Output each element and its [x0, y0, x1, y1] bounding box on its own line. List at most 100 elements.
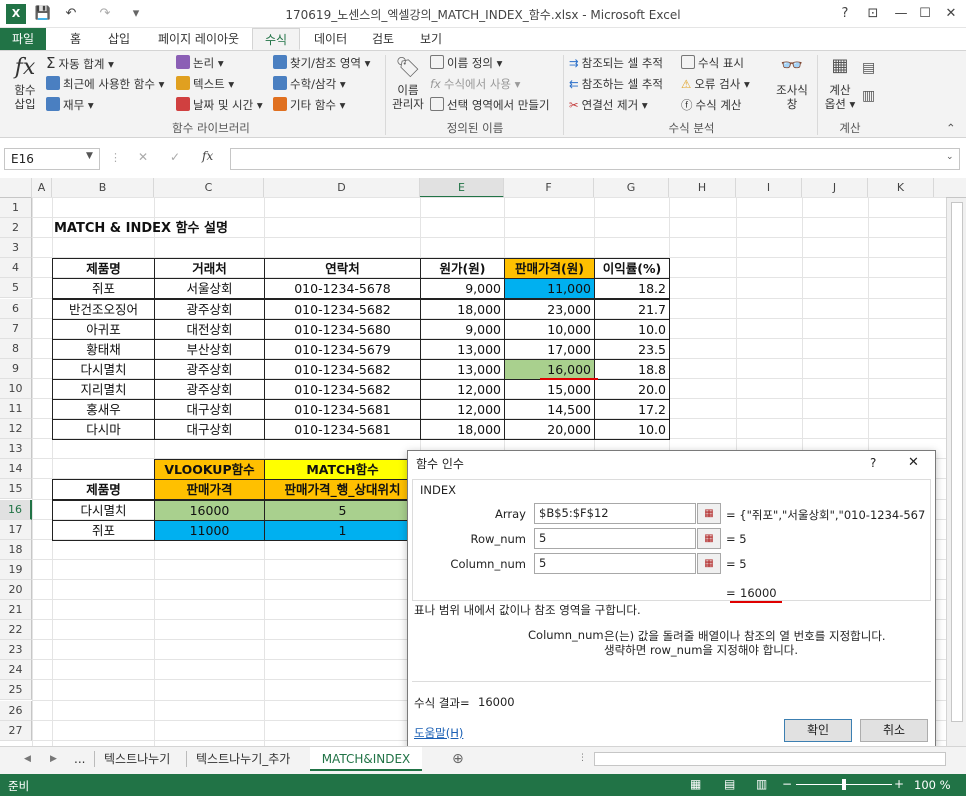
table-cell[interactable]: 쥐포: [52, 278, 155, 300]
table-cell[interactable]: 다시마: [52, 419, 155, 441]
define-name-button[interactable]: 이름 정의 ▾: [430, 54, 502, 72]
tab-data[interactable]: 데이터: [302, 28, 359, 50]
table-cell[interactable]: 대전상회: [154, 318, 265, 340]
table-cell[interactable]: 17.2: [594, 399, 670, 421]
table-cell[interactable]: 부산상회: [154, 338, 265, 360]
row-header[interactable]: 23: [0, 640, 32, 661]
more-functions-button[interactable]: 기타 함수 ▾: [273, 96, 345, 114]
tab-home[interactable]: 홈: [58, 28, 93, 50]
evaluate-formula-button[interactable]: ⓕ 수식 계산: [681, 96, 741, 114]
scroll-tabs-right-icon[interactable]: ▶: [44, 747, 63, 771]
column-header[interactable]: D: [264, 178, 420, 198]
minimize-button[interactable]: —: [888, 4, 914, 24]
row-header[interactable]: 13: [0, 439, 32, 460]
table-header-cell[interactable]: 연락처: [264, 258, 421, 280]
zoom-level[interactable]: 100 %: [914, 778, 951, 792]
table-cell[interactable]: 18.2: [594, 278, 670, 300]
vertical-scrollbar[interactable]: [946, 198, 966, 746]
table-cell[interactable]: 광주상회: [154, 298, 265, 320]
ribbon-display-icon[interactable]: ⊡: [860, 4, 886, 24]
remove-arrows-button[interactable]: ✂ 연결선 제거 ▾: [569, 96, 648, 114]
collapse-dialog-icon[interactable]: ▦: [697, 503, 721, 524]
row-header[interactable]: 18: [0, 539, 32, 560]
row-header[interactable]: 27: [0, 720, 32, 741]
lookup-cell[interactable]: 16000: [154, 499, 265, 521]
row-header[interactable]: 19: [0, 559, 32, 580]
column-header[interactable]: F: [504, 178, 594, 198]
table-cell[interactable]: 010-1234-5682: [264, 358, 421, 380]
insert-function-icon[interactable]: fx: [202, 149, 213, 163]
table-cell[interactable]: 10.0: [594, 318, 670, 340]
table-cell[interactable]: 광주상회: [154, 358, 265, 380]
table-cell[interactable]: 황태채: [52, 338, 155, 360]
table-cell[interactable]: 20.0: [594, 378, 670, 400]
table-cell[interactable]: 다시멸치: [52, 358, 155, 380]
table-cell[interactable]: 23,000: [504, 298, 595, 320]
row-header[interactable]: 1: [0, 198, 32, 218]
sheet-tab-active[interactable]: MATCH&INDEX: [310, 747, 422, 771]
column-header[interactable]: K: [868, 178, 934, 198]
table-header-cell[interactable]: 거래처: [154, 258, 265, 280]
row-header[interactable]: 10: [0, 378, 32, 399]
lookup-cell[interactable]: 1: [264, 519, 421, 541]
help-link[interactable]: 도움말(H): [414, 725, 463, 741]
text-button[interactable]: 텍스트 ▾: [176, 75, 234, 93]
table-cell[interactable]: 13,000: [420, 358, 505, 380]
use-in-formula-button[interactable]: fx 수식에서 사용 ▾: [430, 75, 520, 93]
table-cell[interactable]: 010-1234-5681: [264, 419, 421, 441]
table-cell[interactable]: 13,000: [420, 338, 505, 360]
cancel-button[interactable]: 취소: [860, 719, 928, 742]
table-header-cell[interactable]: 원가(원): [420, 258, 505, 280]
help-icon[interactable]: ?: [832, 4, 858, 24]
row-header[interactable]: 5: [0, 278, 32, 299]
lookup-reference-button[interactable]: 찾기/참조 영역 ▾: [273, 54, 370, 72]
table-cell[interactable]: 서울상회: [154, 278, 265, 300]
table-cell[interactable]: 16,000: [504, 358, 595, 380]
calculate-sheet-icon[interactable]: ▥: [862, 87, 875, 105]
lookup-cell[interactable]: 쥐포: [52, 519, 155, 541]
ok-button[interactable]: 확인: [784, 719, 852, 742]
table-cell[interactable]: 12,000: [420, 378, 505, 400]
table-cell[interactable]: 010-1234-5679: [264, 338, 421, 360]
lookup-header-match[interactable]: MATCH함수: [264, 459, 421, 481]
math-trig-button[interactable]: 수학/삼각 ▾: [273, 75, 346, 93]
table-cell[interactable]: 18,000: [420, 298, 505, 320]
table-cell[interactable]: 14,500: [504, 399, 595, 421]
scroll-tabs-left-icon[interactable]: ◀: [18, 747, 37, 771]
table-cell[interactable]: 12,000: [420, 399, 505, 421]
table-cell[interactable]: 반건조오징어: [52, 298, 155, 320]
calculation-options-button[interactable]: ▦ 계산 옵션 ▾: [822, 55, 858, 111]
dialog-close-icon[interactable]: ✕: [908, 455, 919, 470]
lookup-cell[interactable]: 5: [264, 499, 421, 521]
row-header[interactable]: 17: [0, 519, 32, 540]
table-cell[interactable]: 지리멸치: [52, 378, 155, 400]
tab-insert[interactable]: 삽입: [96, 28, 142, 50]
table-cell[interactable]: 광주상회: [154, 378, 265, 400]
table-cell[interactable]: 아귀포: [52, 318, 155, 340]
table-cell[interactable]: 010-1234-5682: [264, 378, 421, 400]
horizontal-scrollbar[interactable]: [594, 752, 946, 766]
collapse-dialog-icon[interactable]: ▦: [697, 553, 721, 574]
recent-functions-button[interactable]: 최근에 사용한 함수 ▾: [46, 75, 164, 93]
tab-file[interactable]: 파일: [0, 28, 46, 50]
table-header-cell[interactable]: 이익률(%): [594, 258, 670, 280]
select-all-corner[interactable]: [0, 178, 32, 198]
calculate-now-icon[interactable]: ▤: [862, 59, 875, 77]
expand-formula-bar-icon[interactable]: ⌄: [946, 152, 954, 162]
table-cell[interactable]: 20,000: [504, 419, 595, 441]
row-header[interactable]: 14: [0, 459, 32, 480]
row-header[interactable]: 7: [0, 318, 32, 339]
logical-button[interactable]: 논리 ▾: [176, 54, 224, 72]
column-header[interactable]: J: [802, 178, 868, 198]
table-cell[interactable]: 10,000: [504, 318, 595, 340]
tab-page-layout[interactable]: 페이지 레이아웃: [146, 28, 251, 50]
create-from-selection-button[interactable]: 선택 영역에서 만들기: [430, 96, 550, 114]
row-header[interactable]: 21: [0, 600, 32, 620]
watch-window-button[interactable]: 👓 조사식 창: [772, 55, 812, 111]
row-header[interactable]: 2: [0, 218, 32, 239]
dialog-help-icon[interactable]: ?: [870, 456, 876, 470]
zoom-in-button[interactable]: +: [894, 777, 904, 791]
name-manager-button[interactable]: 🏷 이름 관리자: [390, 55, 426, 111]
table-cell[interactable]: 15,000: [504, 378, 595, 400]
table-cell[interactable]: 홍새우: [52, 399, 155, 421]
